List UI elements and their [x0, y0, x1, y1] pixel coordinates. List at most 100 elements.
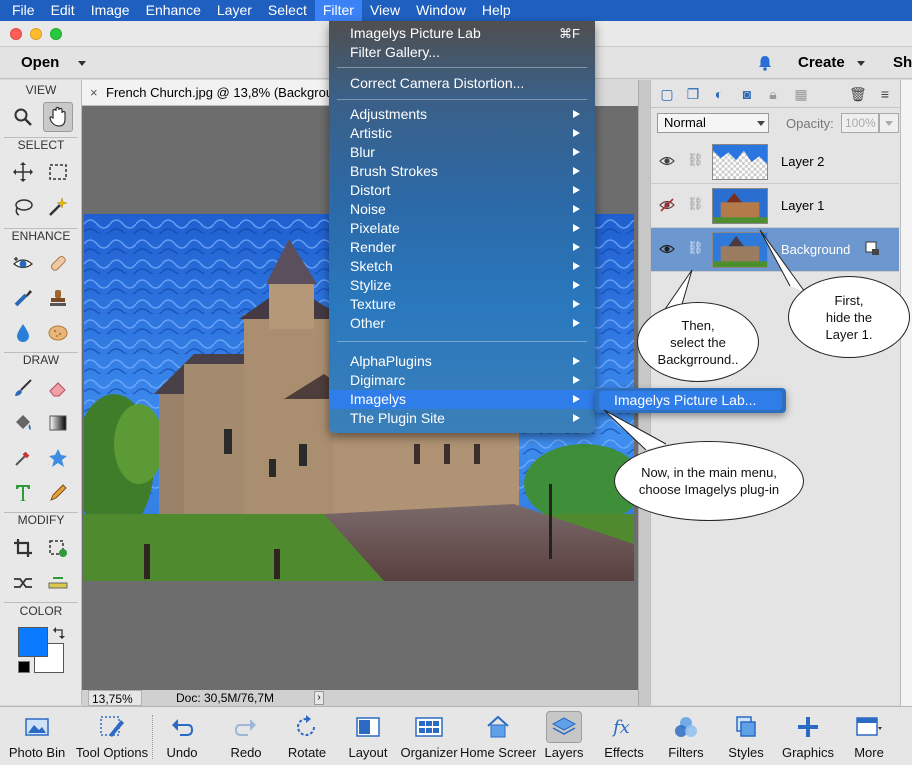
- opacity-field[interactable]: 100%: [841, 113, 879, 133]
- menu-item-noise[interactable]: Noise: [329, 200, 595, 219]
- panel-menu-icon[interactable]: ≡: [877, 86, 893, 102]
- menu-image[interactable]: Image: [83, 0, 138, 21]
- layers-button[interactable]: Layers: [538, 711, 590, 765]
- eye-icon[interactable]: [659, 242, 675, 256]
- magic-wand-tool-icon[interactable]: [43, 192, 73, 222]
- menu-select[interactable]: Select: [260, 0, 315, 21]
- brush-tool-icon[interactable]: [8, 373, 38, 403]
- gradient-tool-icon[interactable]: [43, 408, 73, 438]
- bell-icon[interactable]: [756, 54, 774, 72]
- more-button[interactable]: More: [842, 711, 896, 765]
- crop-tool-icon[interactable]: [8, 533, 38, 563]
- close-tab-icon[interactable]: ×: [90, 80, 98, 105]
- menu-item-other[interactable]: Other: [329, 314, 595, 333]
- home-screen-button[interactable]: Home Screen: [460, 711, 536, 765]
- delete-layer-icon[interactable]: 🗑︎: [849, 86, 867, 102]
- opacity-dropdown-icon[interactable]: [879, 113, 899, 133]
- menu-item-digimarc[interactable]: Digimarc: [329, 371, 595, 390]
- link-icon[interactable]: ⛓︎: [687, 196, 704, 214]
- hand-tool-icon[interactable]: [43, 102, 73, 132]
- straighten-tool-icon[interactable]: [43, 568, 73, 598]
- menu-item-render[interactable]: Render: [329, 238, 595, 257]
- rotate-button[interactable]: Rotate: [280, 711, 334, 765]
- healing-brush-tool-icon[interactable]: [43, 248, 73, 278]
- foreground-color-swatch[interactable]: [18, 627, 48, 657]
- redo-button[interactable]: Redo: [220, 711, 272, 765]
- zoom-tool-icon[interactable]: [8, 102, 38, 132]
- organizer-button[interactable]: Organizer: [400, 711, 458, 765]
- smart-brush-tool-icon[interactable]: [8, 283, 38, 313]
- custom-shape-tool-icon[interactable]: [43, 443, 73, 473]
- panel-scrollbar[interactable]: [900, 80, 912, 706]
- menu-layer[interactable]: Layer: [209, 0, 260, 21]
- pencil-tool-icon[interactable]: [43, 478, 73, 508]
- menu-item-texture[interactable]: Texture: [329, 295, 595, 314]
- menu-item-imagelys-picture-lab-plugin[interactable]: Imagelys Picture Lab...: [599, 391, 782, 410]
- close-window-icon[interactable]: [10, 28, 22, 40]
- menu-item-blur[interactable]: Blur: [329, 143, 595, 162]
- menu-item-imagelys-picture-lab[interactable]: Imagelys Picture Lab ⌘F: [329, 24, 595, 43]
- layer-row-selected[interactable]: ⛓︎ Background: [651, 228, 899, 272]
- eyedropper-tool-icon[interactable]: [8, 443, 38, 473]
- new-group-icon[interactable]: ❐: [685, 86, 701, 102]
- styles-button[interactable]: Styles: [720, 711, 772, 765]
- zoom-window-icon[interactable]: [50, 28, 62, 40]
- content-aware-move-tool-icon[interactable]: [8, 568, 38, 598]
- menu-item-the-plugin-site[interactable]: The Plugin Site: [329, 409, 595, 428]
- zoom-level-field[interactable]: 13,75%: [88, 690, 142, 706]
- eye-icon[interactable]: [659, 154, 675, 168]
- layer-name[interactable]: Layer 1: [781, 198, 824, 213]
- effects-button[interactable]: fx Effects: [598, 711, 650, 765]
- background-lock-icon[interactable]: [865, 241, 881, 257]
- menu-file[interactable]: File: [4, 0, 43, 21]
- menu-item-stylize[interactable]: Stylize: [329, 276, 595, 295]
- menu-item-adjustments[interactable]: Adjustments: [329, 105, 595, 124]
- create-button[interactable]: Create: [798, 52, 845, 74]
- graphics-button[interactable]: Graphics: [778, 711, 838, 765]
- layer-name[interactable]: Background: [781, 242, 850, 257]
- type-tool-icon[interactable]: [8, 478, 38, 508]
- clone-stamp-tool-icon[interactable]: [43, 283, 73, 313]
- eraser-tool-icon[interactable]: [43, 373, 73, 403]
- filters-button[interactable]: Filters: [660, 711, 712, 765]
- share-button[interactable]: Sh: [893, 52, 912, 74]
- menu-item-correct-camera-distortion[interactable]: Correct Camera Distortion...: [329, 74, 595, 93]
- layout-button[interactable]: Layout: [342, 711, 394, 765]
- lock-transparent-icon[interactable]: ▦: [793, 86, 809, 102]
- sponge-tool-icon[interactable]: [43, 318, 73, 348]
- menu-window[interactable]: Window: [408, 0, 474, 21]
- layer-row[interactable]: ⛓︎ Layer 2: [651, 140, 899, 184]
- adjustment-layer-icon[interactable]: ◐: [711, 86, 727, 102]
- menu-view[interactable]: View: [362, 0, 408, 21]
- menu-item-pixelate[interactable]: Pixelate: [329, 219, 595, 238]
- blend-mode-select[interactable]: Normal: [657, 113, 769, 133]
- menu-enhance[interactable]: Enhance: [138, 0, 209, 21]
- marquee-tool-icon[interactable]: [43, 157, 73, 187]
- menu-item-distort[interactable]: Distort: [329, 181, 595, 200]
- default-colors-icon[interactable]: [18, 661, 30, 673]
- tool-options-button[interactable]: Tool Options: [72, 711, 152, 765]
- menu-item-artistic[interactable]: Artistic: [329, 124, 595, 143]
- status-menu-arrow-icon[interactable]: ›: [314, 691, 324, 705]
- layer-row[interactable]: ⛓︎ Layer 1: [651, 184, 899, 228]
- lasso-tool-icon[interactable]: [8, 192, 38, 222]
- blur-tool-icon[interactable]: [8, 318, 38, 348]
- menu-item-filter-gallery[interactable]: Filter Gallery...: [329, 43, 595, 62]
- minimize-window-icon[interactable]: [30, 28, 42, 40]
- menu-edit[interactable]: Edit: [43, 0, 83, 21]
- swap-colors-icon[interactable]: [52, 626, 66, 640]
- open-button[interactable]: Open: [14, 52, 92, 74]
- chevron-down-icon[interactable]: [857, 61, 865, 66]
- menu-item-brush-strokes[interactable]: Brush Strokes: [329, 162, 595, 181]
- layer-name[interactable]: Layer 2: [781, 154, 824, 169]
- photo-bin-button[interactable]: Photo Bin: [4, 711, 70, 765]
- menu-item-imagelys[interactable]: Imagelys: [329, 390, 595, 409]
- menu-item-sketch[interactable]: Sketch: [329, 257, 595, 276]
- red-eye-tool-icon[interactable]: [8, 248, 38, 278]
- menu-filter[interactable]: Filter: [314, 0, 362, 21]
- move-tool-icon[interactable]: [8, 157, 38, 187]
- paint-bucket-tool-icon[interactable]: [8, 408, 38, 438]
- menu-item-alphaplugins[interactable]: AlphaPlugins: [329, 352, 595, 371]
- document-tab[interactable]: × French Church.jpg @ 13,8% (Background: [82, 80, 330, 106]
- link-icon[interactable]: ⛓︎: [687, 240, 704, 258]
